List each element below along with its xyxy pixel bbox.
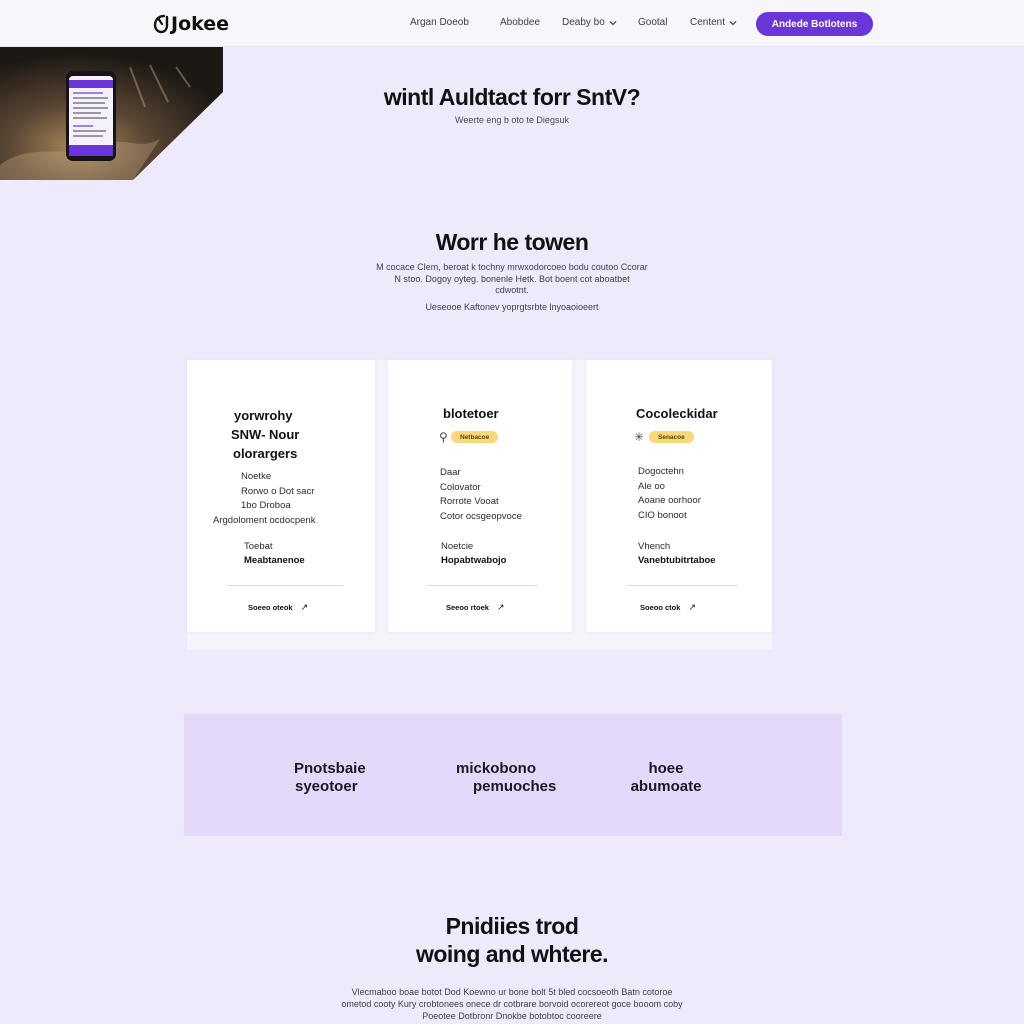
- bottom-body-line: Poeotee Dotbronr Dnokbe botobtoc cooreer…: [422, 1011, 602, 1021]
- section-body-line: M cocace Clem, beroat k tochny mrwxodorc…: [376, 262, 648, 272]
- card-feature: CIO bonoot: [638, 509, 687, 521]
- hero-phone-photo: [0, 47, 223, 180]
- features-band: Pnotsbaie syeotoer mickobono pemuoches h…: [184, 714, 842, 836]
- nav-link-3-label: Deaby bo: [562, 17, 605, 28]
- card-badge: Netbacoe: [451, 431, 499, 443]
- card-badge: Senacoe: [649, 431, 694, 443]
- nav-link-5-dropdown[interactable]: Centent: [690, 17, 737, 28]
- nav-link-2[interactable]: Abobdee: [500, 17, 540, 28]
- card-features: Daar Colovator Rorrote Vooat Cotor ocsge…: [440, 466, 522, 524]
- card-features: Noetke Rorwo o Dot sacr 1bo Droboa Argdo…: [213, 470, 315, 528]
- section-body: M cocace Clem, beroat k tochny mrwxodorc…: [342, 262, 682, 297]
- feature-stat-line: syeotoer: [295, 778, 358, 795]
- nav-link-5-label: Centent: [690, 17, 726, 28]
- feature-stat-line: mickobono: [456, 760, 537, 777]
- card-feature: Rorrote Vooat: [440, 496, 499, 507]
- feature-stat-3: hoee abumoate: [620, 760, 712, 796]
- bottom-title-line: Pnidiies trod: [445, 913, 579, 939]
- feature-stat-line: abumoate: [630, 778, 702, 795]
- card-title: olorargers: [233, 446, 298, 461]
- card-feature: Argdoloment ocdocpenk: [213, 514, 316, 526]
- card-feature: Aoane oorhoor: [638, 495, 701, 506]
- cta-button[interactable]: Andede Botlotens: [756, 12, 873, 36]
- card-price: Hopabtwabojo: [441, 555, 507, 566]
- card-feature: Ale oo: [638, 480, 665, 492]
- card-feature: Noetke: [241, 471, 272, 482]
- card-title: Cocoleckidar: [636, 406, 718, 421]
- card-link-label: Soeoo ctok: [640, 603, 681, 612]
- section-body-line: cdwotnt.: [495, 285, 529, 295]
- feature-stat-line: Pnotsbaie: [294, 760, 366, 777]
- bottom-title: Pnidiies trod woing and whtere.: [260, 912, 764, 968]
- hero-title: wintl Auldtact forr SntV?: [383, 84, 641, 110]
- card-features: Dogoctehn Ale oo Aoane oorhoor CIO bonoo…: [638, 465, 701, 523]
- card-feature: 1bo Droboa: [241, 500, 291, 511]
- feature-stat-line: hoee: [648, 760, 684, 777]
- card-divider: [227, 585, 343, 586]
- card-feature: Rorwo o Dot sacr: [241, 485, 315, 497]
- bottom-title-line: woing and whtere.: [415, 941, 609, 967]
- card-title: yorwrohy: [234, 408, 293, 423]
- hero-subtitle: Weerte eng b oto te Diegsuk: [455, 115, 569, 125]
- card-price-label: Toebat: [244, 541, 273, 552]
- card-price-label: Vhench: [638, 541, 671, 552]
- ticket-icon: ⚲: [439, 430, 448, 444]
- pricing-card-2: blotetoer ⚲ Netbacoe Daar Colovator Rorr…: [388, 360, 572, 632]
- section-title: Worr he towen: [435, 229, 589, 255]
- nav-link-3-dropdown[interactable]: Deaby bo: [562, 17, 617, 28]
- card-feature: Daar: [440, 467, 461, 478]
- card-link[interactable]: Soeoo ctok ↗: [640, 602, 696, 613]
- section-tagline: Ueseooe Kaftonev yoprgtsrbte lnyoaoioeer…: [425, 302, 599, 312]
- bottom-body: Vlecmaboo boae botot Dod Koewno ur bone …: [300, 986, 724, 1022]
- card-price-label: Noetcie: [441, 541, 474, 552]
- card-link-label: Seeoo rtoek: [446, 603, 489, 612]
- bottom-body-line: Vlecmaboo boae botot Dod Koewno ur bone …: [351, 987, 673, 997]
- arrow-up-right-icon: ↗: [300, 602, 309, 612]
- card-price: Vanebtubitrtaboe: [638, 555, 716, 566]
- section-body-line: N stoo. Dogoy oyteg. bonenle Hetk. Bot b…: [394, 273, 630, 284]
- arrow-up-right-icon: ↗: [688, 602, 696, 612]
- card-divider: [426, 585, 538, 586]
- card-divider: [626, 585, 738, 586]
- bottom-body-line: ometod cooty Kury crobtonees onece dr co…: [341, 999, 683, 1009]
- feature-stat-1: Pnotsbaie syeotoer: [294, 760, 366, 796]
- top-nav: Jokee Argan Doeob Abobdee Deaby bo Goota…: [0, 0, 1024, 47]
- card-link[interactable]: Seeoo rtoek ↗: [446, 602, 504, 613]
- card-price: Meabtanenoe: [244, 555, 305, 566]
- chevron-down-icon: [609, 20, 617, 25]
- feature-stat-2: mickobono pemuoches: [456, 760, 556, 796]
- card-feature: Cotor ocsgeopvoce: [440, 510, 522, 522]
- card-feature: Colovator: [440, 481, 481, 493]
- card-link-label: Soeeo oteok: [248, 603, 293, 612]
- pricing-card-3: Cocoleckidar ✳ Senacoe Dogoctehn Ale oo …: [586, 360, 772, 632]
- pricing-card-1: yorwrohy SNW- Nour olorargers Noetke Ror…: [187, 360, 375, 632]
- sparkle-icon: ✳: [634, 430, 645, 444]
- card-feature: Dogoctehn: [638, 466, 684, 477]
- card-link[interactable]: Soeeo oteok ↗: [248, 602, 308, 613]
- nav-link-4[interactable]: Gootal: [638, 17, 667, 28]
- card-title: blotetoer: [443, 406, 499, 421]
- feature-stat-line: pemuoches: [473, 778, 557, 795]
- arrow-up-right-icon: ↗: [496, 602, 505, 612]
- nav-link-1[interactable]: Argan Doeob: [410, 17, 469, 28]
- pricing-cards: yorwrohy SNW- Nour olorargers Noetke Ror…: [187, 360, 772, 650]
- card-title: SNW- Nour: [231, 427, 300, 442]
- chevron-down-icon: [729, 20, 737, 25]
